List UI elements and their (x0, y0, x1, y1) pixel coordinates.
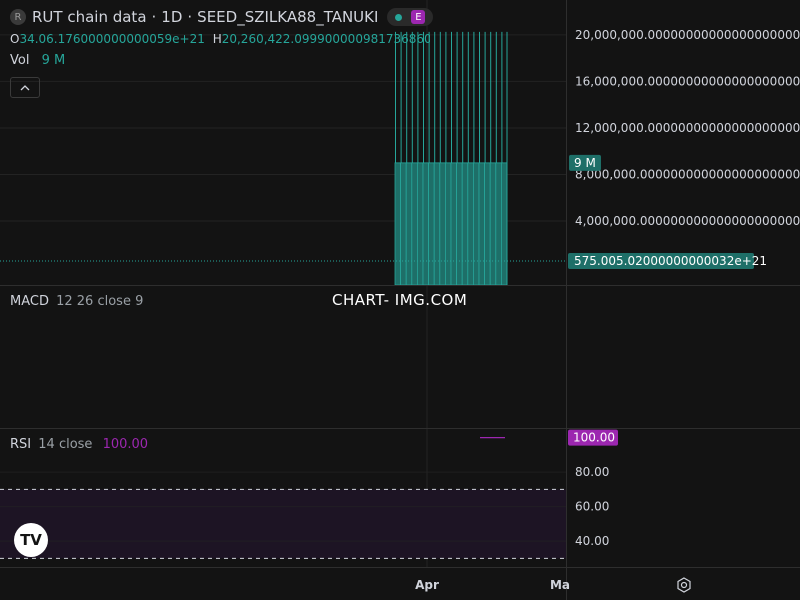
rsi-axis-label: 80.00 (575, 465, 609, 479)
rsi-legend-value: 100.00 (102, 437, 149, 452)
volume-bar[interactable] (495, 162, 502, 286)
rsi-axis-label: 40.00 (575, 534, 609, 548)
rsi-value-label: 100.00 (573, 431, 615, 445)
volume-bar[interactable] (450, 162, 457, 286)
title-separator: · (151, 8, 157, 26)
time-axis-label: Ma (550, 578, 570, 592)
volume-axis-label: 20,000,000.0000000000000000000000 (575, 28, 800, 42)
volume-bar[interactable] (439, 162, 446, 286)
volume-bar[interactable] (422, 162, 429, 286)
tradingview-logo-mark: TV (20, 531, 42, 549)
watermark: CHART- IMG.COM (332, 291, 468, 309)
exchange-badge-letter: E (411, 10, 426, 24)
rsi-axis-label: 60.00 (575, 500, 609, 514)
volume-bar[interactable] (467, 162, 474, 286)
volume-axis-label: 16,000,000.0000000000000000000000 (575, 74, 800, 88)
volume-bar[interactable] (428, 162, 435, 286)
rsi-params: 14 close (38, 437, 93, 452)
volume-bar[interactable] (400, 162, 407, 286)
time-axis-label: Apr (415, 578, 439, 592)
macd-legend: MACD 12 26 close 9 (10, 294, 143, 309)
volume-axis-label: 12,000,000.0000000000000000000000 (575, 121, 800, 135)
volume-bar[interactable] (416, 162, 424, 286)
settings-icon[interactable] (676, 577, 692, 593)
volume-label: Vol (10, 53, 30, 68)
volume-bar[interactable] (444, 162, 452, 286)
volume-bar[interactable] (461, 162, 469, 286)
current-value-label: 575.005.02000000000032e+21 (574, 254, 767, 268)
rsi-label: RSI (10, 437, 32, 452)
volume-bar[interactable] (500, 162, 508, 286)
volume-axis-label: 8,000,000.0000000000000000000000 (575, 167, 800, 181)
ohlc-legend: O34.06.176000000000059e+21 H20,260,422.0… (10, 32, 430, 46)
volume-value: 9 M (41, 53, 66, 68)
chart-title: R RUT chain data · 1D · SEED_SZILKA88_TA… (10, 7, 434, 27)
volume-bar[interactable] (405, 162, 413, 286)
macd-params: 12 26 close 9 (56, 294, 144, 309)
tradingview-logo-icon[interactable]: TV (14, 523, 48, 557)
macd-label: MACD (10, 294, 49, 309)
symbol-logo-icon: R (10, 9, 26, 25)
rsi-legend: RSI 14 close 100.00 (10, 437, 148, 452)
high-label: H (212, 32, 222, 46)
volume-bar[interactable] (484, 162, 491, 286)
chart-interval[interactable]: 1D (161, 8, 182, 26)
high-value: 20,260,422.099900000981736860000 (221, 32, 430, 46)
volume-legend: Vol 9 M (10, 53, 65, 68)
open-value: 34.06.176000000000059e+21 (19, 32, 205, 46)
market-status-badge[interactable]: E (387, 8, 434, 26)
title-separator: · (187, 8, 193, 26)
volume-bar[interactable] (433, 162, 441, 286)
volume-axis-label: 4,000,000.0000000000000000000000 (575, 214, 800, 228)
volume-bar[interactable] (489, 162, 497, 286)
market-status-dot-icon (395, 13, 403, 21)
chart-symbol[interactable]: SEED_SZILKA88_TANUKI (197, 8, 378, 26)
volume-bar[interactable] (411, 162, 418, 286)
chart-name: RUT chain data (32, 8, 147, 26)
chevron-up-icon (20, 84, 30, 90)
volume-bar[interactable] (456, 162, 463, 286)
volume-bar[interactable] (394, 162, 401, 286)
volume-bar[interactable] (472, 162, 480, 286)
current-volume-label: 9 M (574, 156, 596, 170)
chart-root: 20,000,000.0000000000000000000000 16,000,… (0, 0, 800, 600)
collapse-legend-button[interactable] (10, 77, 40, 98)
rsi-band-background (0, 489, 566, 559)
volume-bar[interactable] (478, 162, 485, 286)
